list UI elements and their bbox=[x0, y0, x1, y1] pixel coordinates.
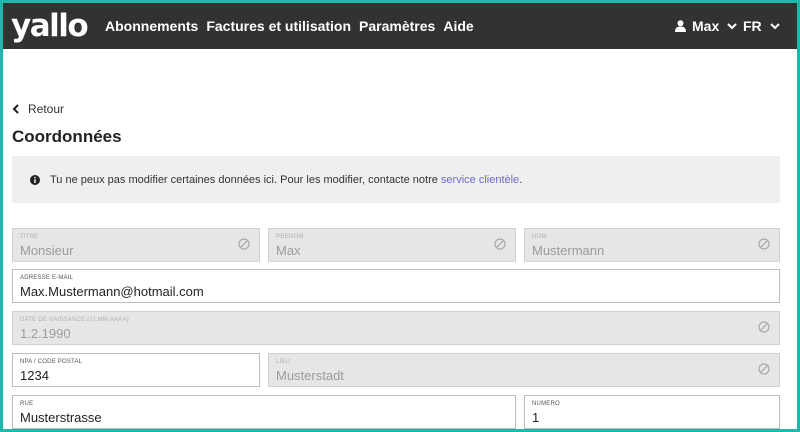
main-nav: Abonnements Factures et utilisation Para… bbox=[105, 3, 482, 49]
nav-abonnements[interactable]: Abonnements bbox=[105, 18, 198, 34]
customer-service-link[interactable]: service clientèle bbox=[441, 174, 519, 186]
field-value: 1.2.1990 bbox=[20, 326, 71, 341]
field-label: ADRESSE E-MAIL bbox=[20, 275, 74, 281]
postal-code-field[interactable]: NPA / CODE POSTAL 1234 bbox=[12, 353, 260, 387]
field-value: Monsieur bbox=[20, 243, 74, 258]
email-field[interactable]: ADRESSE E-MAIL Max.Mustermann@hotmail.co… bbox=[12, 269, 780, 303]
user-menu[interactable]: Max bbox=[675, 3, 737, 49]
top-navigation-bar: yallo Abonnements Factures et utilisatio… bbox=[3, 3, 797, 49]
chevron-down-icon bbox=[727, 22, 737, 29]
back-link[interactable]: Retour bbox=[12, 102, 64, 116]
info-icon bbox=[30, 174, 40, 185]
field-label: NOM bbox=[532, 234, 547, 240]
disabled-icon bbox=[238, 238, 250, 250]
prenom-field: PRENOM Max bbox=[268, 228, 516, 262]
field-label: NUMERO bbox=[532, 401, 560, 407]
date-of-birth-field: DATE DE NAISSANCE (JJ.MM.AAAA) 1.2.1990 bbox=[12, 311, 780, 345]
yallo-logo[interactable]: yallo bbox=[11, 7, 89, 45]
disabled-icon bbox=[758, 238, 770, 250]
user-icon bbox=[675, 20, 686, 32]
lieu-field: LIEU Musterstadt bbox=[268, 353, 780, 387]
field-value[interactable]: Max.Mustermann@hotmail.com bbox=[20, 284, 204, 299]
field-value[interactable]: 1234 bbox=[20, 368, 49, 383]
field-label: LIEU bbox=[276, 359, 291, 365]
field-label: DATE DE NAISSANCE (JJ.MM.AAAA) bbox=[20, 317, 129, 323]
nav-parametres[interactable]: Paramètres bbox=[359, 18, 435, 34]
app-frame: yallo Abonnements Factures et utilisatio… bbox=[3, 3, 797, 429]
chevron-down-icon bbox=[769, 22, 780, 29]
street-number-field[interactable]: NUMERO 1 bbox=[524, 395, 780, 429]
field-value: Musterstadt bbox=[276, 368, 344, 383]
disabled-icon bbox=[758, 321, 770, 333]
notice-end: . bbox=[519, 173, 523, 186]
disabled-icon bbox=[758, 363, 770, 375]
field-label: NPA / CODE POSTAL bbox=[20, 359, 83, 365]
nav-factures[interactable]: Factures et utilisation bbox=[206, 18, 351, 34]
field-label: RUE bbox=[20, 401, 34, 407]
notice-text: Tu ne peux pas modifier certaines donnée… bbox=[50, 173, 438, 186]
disabled-icon bbox=[494, 238, 506, 250]
user-name: Max bbox=[692, 18, 720, 34]
field-value[interactable]: Musterstrasse bbox=[20, 410, 102, 425]
nom-field: NOM Mustermann bbox=[524, 228, 780, 262]
field-value: Max bbox=[276, 243, 301, 258]
titre-field: TITRE Monsieur bbox=[12, 228, 260, 262]
nav-aide[interactable]: Aide bbox=[443, 18, 473, 34]
notice-text-wrap: Tu ne peux pas modifier certaines donnée… bbox=[50, 174, 522, 186]
field-value[interactable]: 1 bbox=[532, 410, 539, 425]
field-label: TITRE bbox=[20, 234, 39, 240]
language-label: FR bbox=[743, 18, 762, 34]
field-value: Mustermann bbox=[532, 243, 605, 258]
street-field[interactable]: RUE Musterstrasse bbox=[12, 395, 516, 429]
language-selector[interactable]: FR bbox=[743, 3, 780, 49]
info-notice: Tu ne peux pas modifier certaines donnée… bbox=[12, 156, 780, 203]
chevron-left-icon bbox=[12, 104, 19, 114]
back-label: Retour bbox=[28, 102, 65, 116]
page-title: Coordonnées bbox=[12, 127, 122, 146]
field-label: PRENOM bbox=[276, 234, 304, 240]
